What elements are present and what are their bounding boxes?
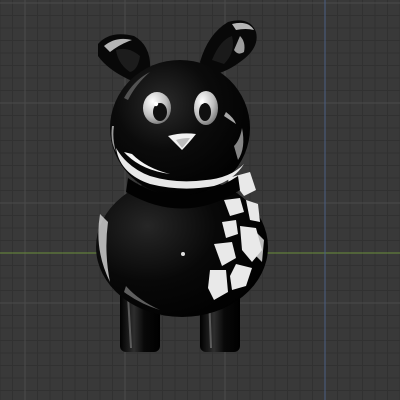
eye-glint [200, 100, 204, 104]
bear-right-ear-highlight [232, 22, 254, 30]
bear-right-eye[interactable] [194, 91, 218, 125]
bear-head[interactable] [110, 60, 250, 196]
viewport-canvas[interactable] [0, 0, 400, 400]
3d-viewport[interactable] [0, 0, 400, 400]
bear-torso-specular [181, 252, 185, 256]
bear-left-eye[interactable] [143, 92, 171, 124]
eye-glint [153, 101, 159, 107]
bear-model[interactable] [96, 20, 268, 352]
eye-pupil [199, 103, 211, 121]
